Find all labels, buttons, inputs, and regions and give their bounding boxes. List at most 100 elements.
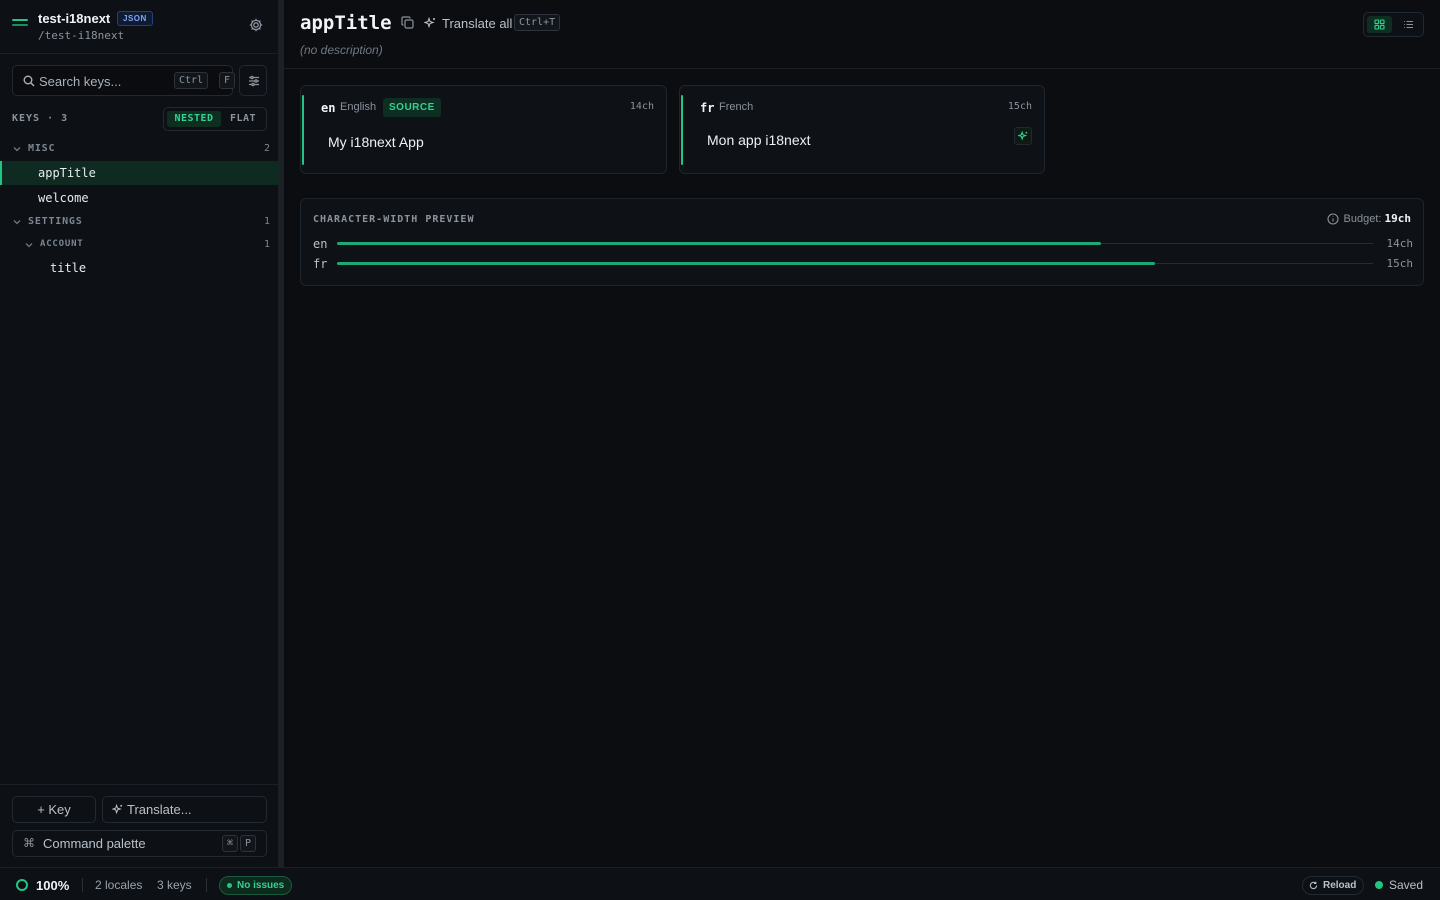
keys-count-label: KEYS · 3 xyxy=(12,113,69,124)
tree-item-label: title xyxy=(50,261,87,275)
locale-name: English xyxy=(340,101,377,113)
list-icon xyxy=(1404,20,1413,29)
preview-width: 15ch xyxy=(1386,257,1414,270)
tree-item-title[interactable]: title xyxy=(0,256,279,280)
project-path: /test-i18next xyxy=(38,29,125,42)
translation-value[interactable]: My i18next App xyxy=(328,134,424,150)
translate-button[interactable]: Translate... xyxy=(102,796,267,823)
sidebar: test-i18next JSON /test-i18next Ctrl F K… xyxy=(0,0,279,867)
progress-ring-icon xyxy=(16,879,28,891)
preview-bar-en xyxy=(337,242,1101,245)
char-count: 15ch xyxy=(1007,101,1032,112)
tree-item-label: welcome xyxy=(38,191,89,205)
flat-view-button[interactable]: FLAT xyxy=(224,111,262,127)
budget-indicator[interactable]: Budget: 19ch xyxy=(1326,212,1412,225)
key-header: appTitle Translate all Ctrl+T (no descri… xyxy=(284,0,1440,69)
chevron-down-icon xyxy=(25,243,33,248)
search-shortcut-f: F xyxy=(219,72,236,89)
add-key-button[interactable]: + Key xyxy=(12,796,96,823)
grid-view-button[interactable] xyxy=(1367,16,1392,33)
key-description[interactable]: (no description) xyxy=(300,43,383,57)
sparkle-icon xyxy=(1018,131,1028,141)
project-header: test-i18next JSON /test-i18next xyxy=(0,0,279,54)
preview-locale: fr xyxy=(313,257,328,271)
main-panel: appTitle Translate all Ctrl+T (no descri… xyxy=(284,0,1440,867)
locale-card-en[interactable]: en English SOURCE 14ch My i18next App xyxy=(300,85,667,174)
key-title: appTitle xyxy=(300,12,392,34)
preview-title: CHARACTER-WIDTH PREVIEW xyxy=(313,214,475,225)
list-view-button[interactable] xyxy=(1396,16,1421,33)
reload-icon xyxy=(1309,881,1318,890)
translation-value[interactable]: Mon app i18next xyxy=(707,132,811,148)
tree-group-account[interactable]: ACCOUNT 1 xyxy=(0,233,279,257)
project-name: test-i18next xyxy=(38,11,111,26)
command-icon: ⌘ xyxy=(23,836,35,850)
translate-all-shortcut: Ctrl+T xyxy=(514,14,561,31)
budget-label: Budget: xyxy=(1343,213,1382,225)
preview-width: 14ch xyxy=(1386,237,1414,250)
tree-view-toggle: NESTED FLAT xyxy=(163,107,267,131)
copy-icon[interactable] xyxy=(401,16,414,29)
locale-code: en xyxy=(321,101,336,115)
issues-badge[interactable]: No issues xyxy=(219,876,293,895)
char-width-preview: CHARACTER-WIDTH PREVIEW Budget: 19ch en … xyxy=(300,198,1424,286)
search-input[interactable] xyxy=(39,72,169,90)
search-shortcut-ctrl: Ctrl xyxy=(174,72,209,89)
settings-gear-icon[interactable] xyxy=(248,17,264,33)
info-icon xyxy=(1326,213,1339,225)
palette-shortcut-p: P xyxy=(240,835,257,852)
ai-translate-button[interactable] xyxy=(1014,127,1032,145)
budget-value: 19ch xyxy=(1384,212,1412,225)
tree-item-welcome[interactable]: welcome xyxy=(0,186,279,210)
tree-group-label: ACCOUNT xyxy=(40,239,84,249)
command-palette-label: Command palette xyxy=(43,836,146,851)
tree-group-label: MISC xyxy=(28,143,56,154)
preview-bar-fr xyxy=(337,262,1156,265)
sidebar-actions: + Key Translate... ⌘ Command palette ⌘ P xyxy=(0,784,279,867)
preview-row-fr: fr 15ch xyxy=(313,257,1413,271)
saved-status: Saved xyxy=(1375,878,1423,892)
tree-item-apptitle[interactable]: appTitle xyxy=(0,161,279,185)
locale-count: 2 locales xyxy=(95,878,143,892)
nested-view-button[interactable]: NESTED xyxy=(167,111,221,127)
preview-track xyxy=(337,262,1373,265)
translate-all-label: Translate all xyxy=(442,16,513,31)
preview-row-en: en 14ch xyxy=(313,237,1413,251)
source-badge: SOURCE xyxy=(383,98,441,117)
sparkle-icon xyxy=(112,804,123,815)
locale-card-fr[interactable]: fr French 15ch Mon app i18next xyxy=(679,85,1045,174)
sparkle-icon xyxy=(424,17,435,29)
palette-shortcut-cmd: ⌘ xyxy=(222,835,239,852)
divider xyxy=(206,878,207,892)
grid-icon xyxy=(1374,19,1385,30)
tree-group-label: SETTINGS xyxy=(28,216,83,227)
preview-track xyxy=(337,242,1373,245)
chevron-down-icon xyxy=(13,220,21,225)
key-count: 3 keys xyxy=(157,878,192,892)
reload-button[interactable]: Reload xyxy=(1302,876,1365,895)
tree-group-count: 1 xyxy=(263,239,270,250)
char-count: 14ch xyxy=(629,101,654,112)
status-bar: 100% 2 locales 3 keys No issues Reload S… xyxy=(0,867,1440,900)
app-logo-icon xyxy=(12,19,28,31)
translate-button-label: Translate... xyxy=(127,802,192,817)
search-box: Ctrl F xyxy=(12,65,236,96)
tree-group-misc[interactable]: MISC 2 xyxy=(0,137,279,161)
tree-group-count: 2 xyxy=(263,143,270,154)
reload-label: Reload xyxy=(1323,880,1357,891)
tree-group-settings[interactable]: SETTINGS 1 xyxy=(0,210,279,234)
divider xyxy=(82,878,83,892)
progress-percent: 100% xyxy=(36,878,70,893)
tree-item-label: appTitle xyxy=(38,166,96,180)
chevron-down-icon xyxy=(13,147,21,152)
locale-code: fr xyxy=(700,101,715,115)
filter-button[interactable] xyxy=(239,65,267,96)
layout-toggle xyxy=(1363,12,1424,37)
locale-name: French xyxy=(719,101,754,113)
command-palette-button[interactable]: ⌘ Command palette ⌘ P xyxy=(12,830,267,857)
tree-group-count: 1 xyxy=(263,216,270,227)
filter-icon xyxy=(249,75,259,87)
preview-locale: en xyxy=(313,237,328,251)
format-badge: JSON xyxy=(117,11,153,26)
search-icon xyxy=(23,75,35,87)
